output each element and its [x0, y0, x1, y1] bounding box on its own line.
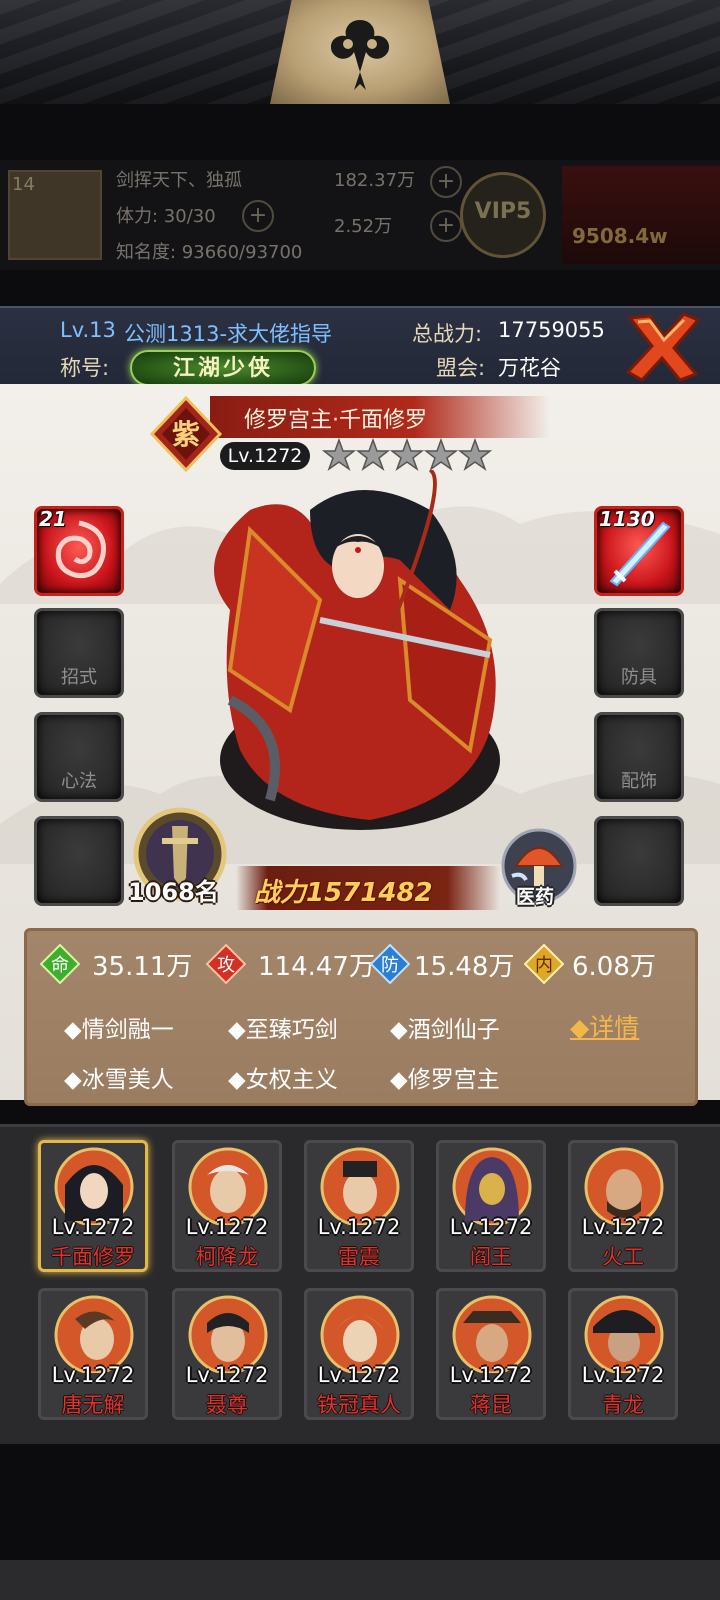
- roster-card[interactable]: Lv.1272 聂尊: [172, 1288, 282, 1420]
- add-stamina-button: +: [242, 200, 274, 232]
- roster-card[interactable]: Lv.1272 唐无解: [38, 1288, 148, 1420]
- player-info-header: Lv.13 公测1313-求大佬指导 总战力: 17759055 称号: 江湖少…: [0, 306, 720, 386]
- trait-tag: ◆女权主义: [228, 1067, 338, 1093]
- fame-text: 知名度: 93660/93700: [116, 242, 303, 263]
- hero-avatar: [188, 1295, 268, 1373]
- guild-name: 万花谷: [498, 356, 561, 380]
- empty-slot-right[interactable]: [594, 816, 684, 906]
- roster-card[interactable]: Lv.1272 柯降龙: [172, 1140, 282, 1272]
- cloud-ornament-icon: [330, 20, 390, 90]
- trait-tag: ◆酒剑仙子: [390, 1017, 500, 1043]
- hero-avatar: [452, 1147, 532, 1225]
- title-badge: 江湖少侠: [130, 350, 316, 386]
- slot-count: 21: [39, 507, 67, 531]
- roster-card[interactable]: Lv.1272 蒋昆: [436, 1288, 546, 1420]
- roster-card[interactable]: Lv.1272 阎王: [436, 1140, 546, 1272]
- roster-card[interactable]: Lv.1272 火工: [568, 1140, 678, 1272]
- hero-detail-screen: { "background_bar": { "level": "14", "pl…: [0, 0, 720, 1600]
- hero-avatar: [452, 1295, 532, 1373]
- hero-power: 战力1571482: [236, 866, 500, 910]
- skill-slot-filled[interactable]: 21: [34, 506, 124, 596]
- silver-amount: 182.37万: [334, 170, 415, 191]
- guild-label: 盟会:: [436, 356, 486, 380]
- trait-tag: ◆至臻巧剑: [228, 1017, 338, 1043]
- add-silver-button: +: [430, 166, 462, 198]
- roster-card[interactable]: Lv.1272 雷震: [304, 1140, 414, 1272]
- svg-text:内: 内: [535, 955, 553, 976]
- trait-tag: ◆情剑融一: [64, 1017, 174, 1043]
- star-icon: [356, 438, 390, 471]
- trait-tag: ◆修罗宫主: [390, 1067, 500, 1093]
- weapon-slot-filled[interactable]: 1130: [594, 506, 684, 596]
- add-gold-button: +: [430, 210, 462, 242]
- svg-text:紫: 紫: [172, 418, 200, 451]
- hero-avatar: [320, 1295, 400, 1373]
- close-icon[interactable]: [624, 312, 702, 382]
- star-icon: [390, 438, 424, 471]
- attack-icon: 攻: [206, 944, 246, 984]
- hero-avatar: [54, 1295, 134, 1373]
- roster-card-selected[interactable]: Lv.1272 千面修罗: [38, 1140, 148, 1272]
- stamina-text: 体力: 30/30: [116, 206, 216, 227]
- star-icon: [458, 438, 492, 471]
- background-player-bar: 14 剑挥天下、独孤 体力: 30/30 知名度: 93660/93700 18…: [0, 160, 720, 270]
- total-power-label: 总战力:: [412, 322, 483, 346]
- rarity-badge-icon: 紫: [149, 396, 223, 472]
- defense-value: 15.48万: [414, 952, 515, 982]
- armor-slot[interactable]: 防具: [594, 608, 684, 698]
- defense-icon: 防: [370, 944, 410, 984]
- hero-name: 修罗宫主·千面修罗: [244, 408, 427, 433]
- power-banner: 9508.4w: [562, 166, 720, 264]
- player-name: 剑挥天下、独孤: [116, 170, 242, 191]
- roster-card[interactable]: Lv.1272 铁冠真人: [304, 1288, 414, 1420]
- bottom-strip: [0, 1560, 720, 1600]
- roof-banner: [0, 0, 720, 104]
- attack-value: 114.47万: [258, 952, 375, 982]
- player-level: Lv.13: [60, 318, 116, 342]
- vip-badge: VIP5: [460, 172, 546, 258]
- rank-text: 1068名: [128, 878, 219, 906]
- star-icon: [424, 438, 458, 471]
- server-name: 公测1313-求大佬指导: [124, 322, 333, 346]
- hero-avatar: [320, 1147, 400, 1225]
- svg-text:攻: 攻: [217, 955, 235, 976]
- hp-value: 35.11万: [92, 952, 193, 982]
- hero-level: Lv.1272: [220, 442, 310, 470]
- empty-slot-left[interactable]: [34, 816, 124, 906]
- hp-icon: 命: [40, 944, 80, 984]
- hero-name-ribbon: 修罗宫主·千面修罗: [210, 396, 550, 438]
- svg-text:防: 防: [381, 955, 399, 976]
- trait-tag: ◆冰雪美人: [64, 1067, 174, 1093]
- inner-power-value: 6.08万: [572, 952, 656, 982]
- slot-count: 1130: [599, 507, 655, 531]
- player-level-badge: 14: [12, 174, 35, 195]
- hero-portrait: [214, 470, 500, 830]
- mind-method-slot[interactable]: 心法: [34, 712, 124, 802]
- title-label: 称号:: [60, 356, 110, 380]
- hero-avatar: [584, 1295, 664, 1373]
- inner-power-icon: 内: [524, 944, 564, 984]
- details-link[interactable]: ◆详情: [570, 1008, 639, 1044]
- accessory-slot[interactable]: 配饰: [594, 712, 684, 802]
- hero-avatar: [54, 1147, 134, 1225]
- hero-avatar: [584, 1147, 664, 1225]
- total-power-value: 17759055: [498, 318, 605, 342]
- roster-card[interactable]: Lv.1272 青龙: [568, 1288, 678, 1420]
- star-icon: [322, 438, 356, 471]
- medicine-button[interactable]: 医药: [496, 826, 582, 912]
- svg-text:命: 命: [51, 955, 69, 976]
- hero-avatar: [188, 1147, 268, 1225]
- gold-amount: 2.52万: [334, 216, 393, 237]
- moves-slot[interactable]: 招式: [34, 608, 124, 698]
